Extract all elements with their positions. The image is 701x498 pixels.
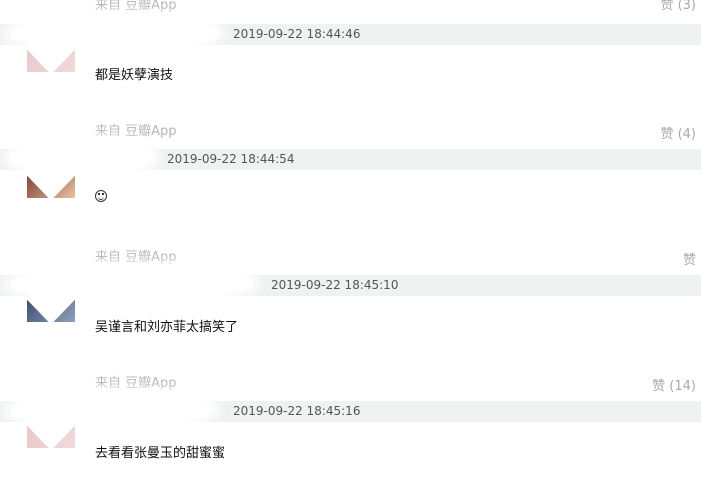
comment-time: 2019-09-22 18:45:10	[271, 278, 399, 292]
avatar-mask	[27, 294, 75, 322]
vote-button[interactable]: 赞 (4)	[660, 123, 696, 142]
vote-button[interactable]: 赞 (14)	[652, 375, 696, 394]
avatar-mask	[27, 420, 75, 448]
comment-item: 来自 豆瓣App 赞 (3) 2019-09-22 18:44:46 都是妖孽演…	[0, 0, 701, 120]
avatar[interactable]	[27, 170, 75, 198]
comment-source: 来自 豆瓣App	[95, 250, 177, 265]
comment-text	[95, 190, 107, 206]
avatar[interactable]	[27, 44, 75, 72]
comment-item: 来自 豆瓣App 赞 (4) 2019-09-22 18:44:54	[0, 120, 701, 246]
avatar[interactable]	[27, 420, 75, 448]
vote-button[interactable]: 赞	[683, 249, 696, 268]
comment-source: 来自 豆瓣App	[95, 124, 177, 139]
comment-source: 来自 豆瓣App	[95, 376, 177, 391]
redacted-username	[12, 144, 152, 172]
comment-item: 来自 豆瓣App 赞 2019-09-22 18:45:10 吴谨言和刘亦菲太搞…	[0, 246, 701, 372]
avatar[interactable]	[27, 294, 75, 322]
comment-time: 2019-09-22 18:44:46	[233, 27, 361, 41]
comment-text: 都是妖孽演技	[95, 68, 174, 83]
comment-time: 2019-09-22 18:45:16	[233, 404, 361, 418]
comment-text: 吴谨言和刘亦菲太搞笑了	[95, 320, 239, 335]
avatar-mask	[27, 44, 75, 72]
comment-item: 来自 豆瓣App 赞 (14) 2019-09-22 18:45:16 去看看张…	[0, 372, 701, 498]
comment-source: 来自 豆瓣App	[95, 0, 177, 13]
vote-button[interactable]: 赞 (3)	[660, 0, 696, 13]
smiley-emoji-icon	[95, 190, 107, 202]
comment-text: 去看看张曼玉的甜蜜蜜	[95, 446, 226, 461]
comment-time: 2019-09-22 18:44:54	[167, 152, 295, 166]
avatar-mask	[27, 170, 75, 198]
